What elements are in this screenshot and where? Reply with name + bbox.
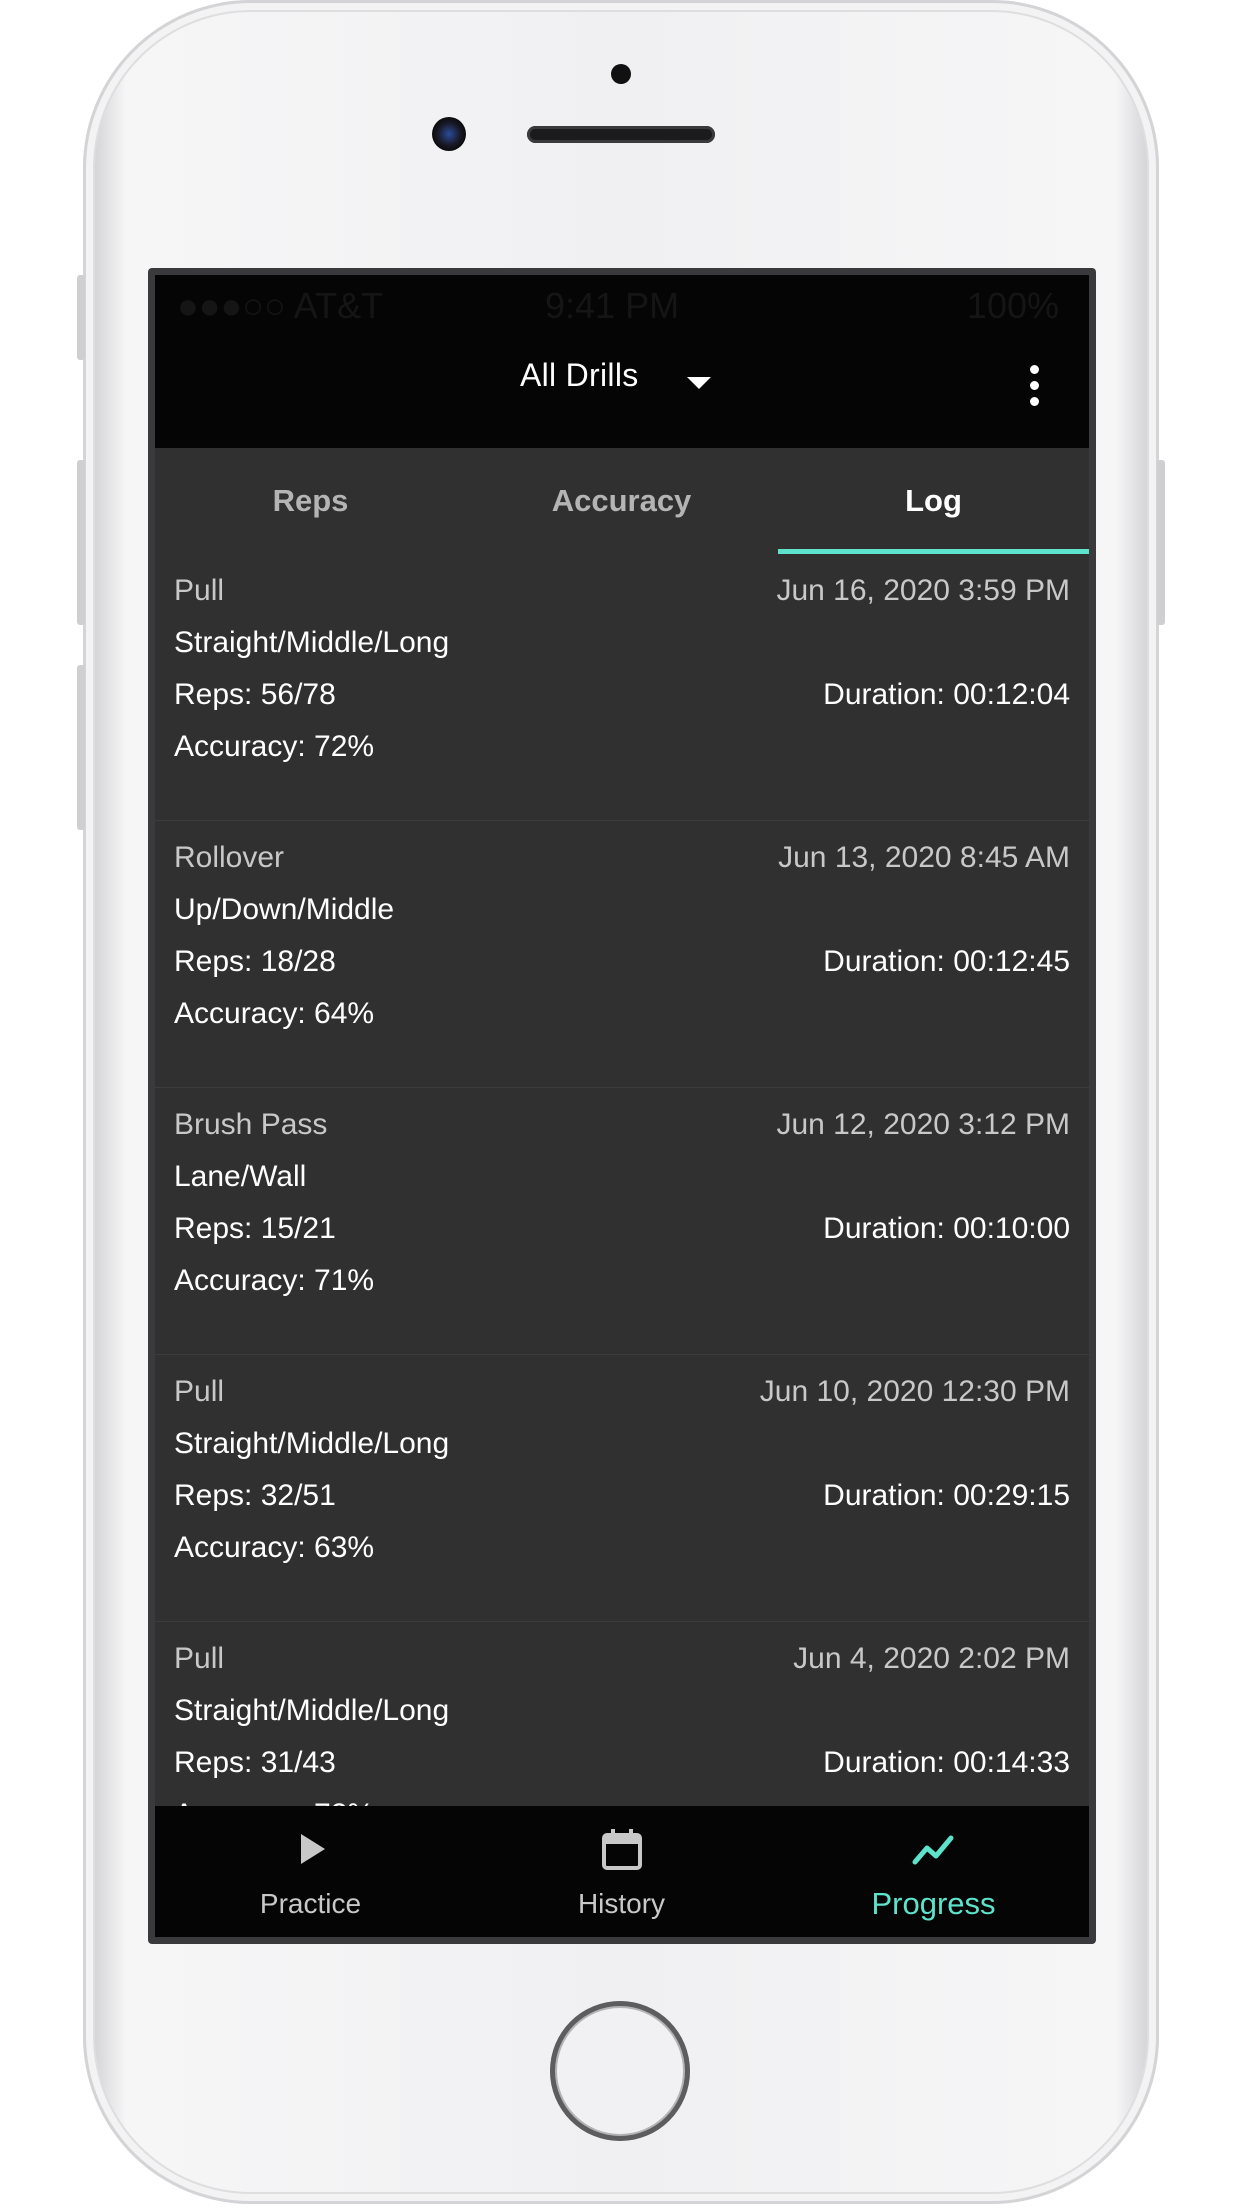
session-date: Jun 12, 2020 3:12 PM bbox=[776, 1108, 1070, 1141]
tab-log[interactable]: Log bbox=[778, 448, 1089, 554]
tab-reps[interactable]: Reps bbox=[155, 448, 466, 554]
app-screen: ●●●○○ AT&T 9:41 PM 100% All Drills Reps … bbox=[155, 275, 1089, 1937]
accuracy-value: Accuracy: 64% bbox=[174, 997, 375, 1030]
log-entry[interactable]: Rollover Jun 13, 2020 8:45 AM Up/Down/Mi… bbox=[155, 821, 1089, 1088]
progress-tabs: Reps Accuracy Log bbox=[155, 448, 1089, 554]
session-duration: Duration: 00:12:04 bbox=[823, 678, 1070, 711]
nav-practice[interactable]: Practice bbox=[155, 1806, 466, 1937]
accuracy-value: Accuracy: 71% bbox=[174, 1264, 375, 1297]
drill-filter-dropdown[interactable]: All Drills bbox=[520, 357, 639, 394]
status-time: 9:41 PM bbox=[545, 285, 680, 326]
drill-name: Pull bbox=[174, 1375, 225, 1408]
log-entry[interactable]: Pull Jun 4, 2020 2:02 PM Straight/Middle… bbox=[155, 1622, 1089, 1806]
proximity-sensor bbox=[611, 64, 631, 84]
session-date: Jun 13, 2020 8:45 AM bbox=[778, 841, 1070, 874]
reps-count: Reps: 31/43 bbox=[174, 1746, 336, 1779]
drill-name: Pull bbox=[174, 574, 225, 607]
app-header: ●●●○○ AT&T 9:41 PM 100% All Drills bbox=[155, 275, 1089, 448]
volume-up-button bbox=[77, 460, 85, 625]
front-camera bbox=[432, 117, 466, 151]
session-duration: Duration: 00:29:15 bbox=[823, 1479, 1070, 1512]
nav-progress[interactable]: Progress bbox=[778, 1806, 1089, 1937]
nav-practice-label: Practice bbox=[259, 1888, 362, 1919]
log-entry[interactable]: Pull Jun 10, 2020 12:30 PM Straight/Midd… bbox=[155, 1355, 1089, 1622]
bottom-navigation: Practice History Progress bbox=[155, 1806, 1089, 1937]
session-date: Jun 10, 2020 12:30 PM bbox=[759, 1375, 1070, 1408]
drill-name: Brush Pass bbox=[174, 1108, 328, 1141]
accuracy-value: Accuracy: 72% bbox=[174, 730, 375, 763]
accuracy-value: Accuracy: 72% bbox=[174, 1798, 374, 1806]
session-duration: Duration: 00:10:00 bbox=[823, 1212, 1070, 1245]
earpiece-speaker bbox=[527, 126, 715, 143]
nav-history[interactable]: History bbox=[466, 1806, 777, 1937]
play-icon bbox=[301, 1834, 325, 1864]
drill-name: Pull bbox=[174, 1642, 225, 1675]
volume-down-button bbox=[77, 665, 85, 830]
log-entry[interactable]: Pull Jun 16, 2020 3:59 PM Straight/Middl… bbox=[155, 554, 1089, 821]
tab-accuracy[interactable]: Accuracy bbox=[466, 448, 777, 554]
drill-variant: Up/Down/Middle bbox=[174, 893, 395, 926]
log-list[interactable]: Pull Jun 16, 2020 3:59 PM Straight/Middl… bbox=[155, 554, 1089, 1806]
drill-variant: Lane/Wall bbox=[174, 1160, 307, 1193]
mute-switch bbox=[77, 275, 85, 360]
more-vertical-icon[interactable] bbox=[1025, 365, 1045, 407]
session-date: Jun 16, 2020 3:59 PM bbox=[776, 574, 1070, 607]
log-entry[interactable]: Brush Pass Jun 12, 2020 3:12 PM Lane/Wal… bbox=[155, 1088, 1089, 1355]
home-button[interactable] bbox=[550, 2001, 690, 2141]
accuracy-value: Accuracy: 63% bbox=[174, 1531, 375, 1564]
reps-count: Reps: 56/78 bbox=[174, 678, 336, 711]
session-duration: Duration: 00:14:33 bbox=[823, 1746, 1070, 1779]
reps-count: Reps: 15/21 bbox=[174, 1212, 336, 1245]
session-duration: Duration: 00:12:45 bbox=[823, 945, 1070, 978]
trend-line-icon bbox=[912, 1835, 954, 1865]
reps-count: Reps: 18/28 bbox=[174, 945, 336, 978]
drill-variant: Straight/Middle/Long bbox=[174, 1694, 450, 1727]
session-date: Jun 4, 2020 2:02 PM bbox=[793, 1642, 1070, 1675]
caret-down-icon[interactable] bbox=[687, 377, 711, 389]
reps-count: Reps: 32/51 bbox=[174, 1479, 336, 1512]
status-bar: ●●●○○ AT&T 9:41 PM 100% bbox=[155, 275, 1089, 335]
calendar-icon bbox=[602, 1829, 642, 1870]
power-button bbox=[1157, 460, 1165, 625]
nav-history-label: History bbox=[577, 1888, 666, 1919]
drill-variant: Straight/Middle/Long bbox=[174, 1427, 450, 1460]
nav-progress-label: Progress bbox=[871, 1886, 996, 1921]
battery-level: 100% bbox=[966, 285, 1059, 326]
drill-variant: Straight/Middle/Long bbox=[174, 626, 450, 659]
carrier-signal: ●●●○○ AT&T bbox=[177, 285, 384, 326]
drill-name: Rollover bbox=[174, 841, 285, 874]
